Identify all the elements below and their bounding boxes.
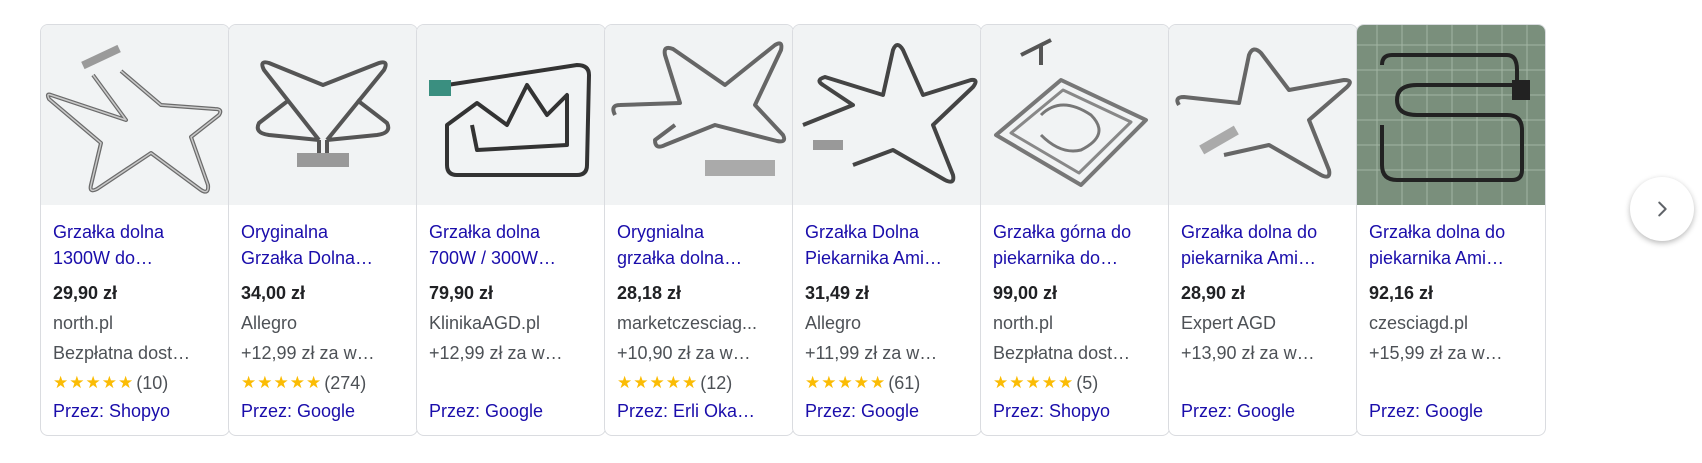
product-via-link[interactable]: Przez: Google (429, 399, 599, 423)
product-store: north.pl (993, 313, 1054, 333)
product-image (1357, 25, 1545, 205)
product-card[interactable]: Oryginalna Grzałka Dolna… 34,00 zł Allegr… (228, 24, 418, 436)
heating-element-star-icon (802, 43, 978, 184)
product-price: 31,49 zł (805, 283, 870, 303)
product-via-link[interactable]: Przez: Google (1369, 399, 1539, 423)
product-rating: ★★★★★ (5) (993, 371, 1098, 395)
product-via-link[interactable]: Przez: Google (805, 399, 975, 423)
product-shipping: +15,99 zł za w… (1369, 343, 1503, 363)
heating-element-star-icon (611, 41, 787, 176)
product-rating: ★★★★★ (10) (53, 371, 168, 395)
product-title[interactable]: Grzałka dolna do piekarnika Ami… (1369, 219, 1539, 271)
product-image (41, 25, 229, 205)
product-title[interactable]: Grzałka dolna 700W / 300W… (429, 219, 599, 271)
rating-stars-icon: ★★★★★ (617, 373, 699, 392)
product-card[interactable]: Orygnialna grzałka dolna… 28,18 zł market… (604, 24, 794, 436)
product-shipping: Bezpłatna dost… (53, 343, 191, 363)
product-shipping: +13,90 zł za w… (1181, 343, 1315, 363)
product-title[interactable]: Grzałka dolna 1300W do… (53, 219, 223, 271)
product-rating: ★★★★★ (274) (241, 371, 366, 395)
rating-count: (274) (324, 373, 367, 393)
product-card[interactable]: Grzałka dolna do piekarnika Ami… 28,90 zł… (1168, 24, 1358, 436)
product-store: Expert AGD (1181, 313, 1277, 333)
product-via-link[interactable]: Przez: Google (1181, 399, 1351, 423)
product-card[interactable]: Grzałka dolna 700W / 300W… 79,90 zł Klini… (416, 24, 606, 436)
rating-count: (10) (136, 373, 169, 393)
product-store: KlinikaAGD.pl (429, 313, 541, 333)
product-card[interactable]: Grzałka Dolna Piekarnika Ami… 31,49 zł Al… (792, 24, 982, 436)
product-card[interactable]: Grzałka dolna do piekarnika Ami… 92,16 zł… (1356, 24, 1546, 436)
product-store: marketczesciag... (617, 313, 758, 333)
rating-stars-icon: ★★★★★ (805, 373, 887, 392)
heating-element-double-loop-icon (994, 38, 1148, 187)
product-price: 92,16 zł (1369, 283, 1434, 303)
product-shipping: +10,90 zł za w… (617, 343, 751, 363)
rating-stars-icon: ★★★★★ (993, 373, 1075, 392)
product-price: 79,90 zł (429, 283, 494, 303)
product-via-link[interactable]: Przez: Erli Oka… (617, 399, 787, 423)
product-title[interactable]: Grzałka górna do piekarnika do… (993, 219, 1163, 271)
product-carousel: Grzałka dolna 1300W do… 29,90 zł north.pl… (40, 24, 1660, 436)
product-price: 34,00 zł (241, 283, 306, 303)
product-card[interactable]: Grzałka górna do piekarnika do… 99,00 zł … (980, 24, 1170, 436)
product-image (1169, 25, 1357, 205)
product-store: Allegro (241, 313, 298, 333)
product-rating: ★★★★★ (12) (617, 371, 732, 395)
product-title[interactable]: Grzałka Dolna Piekarnika Ami… (805, 219, 975, 271)
product-price: 28,90 zł (1181, 283, 1246, 303)
product-card[interactable]: Grzałka dolna 1300W do… 29,90 zł north.pl… (40, 24, 230, 436)
rating-count: (61) (888, 373, 921, 393)
heating-element-on-grid-icon (1357, 25, 1545, 205)
product-shipping: +11,99 zł za w… (805, 343, 938, 363)
product-price: 28,18 zł (617, 283, 682, 303)
product-image (981, 25, 1169, 205)
product-rating: ★★★★★ (61) (805, 371, 920, 395)
product-price: 29,90 zł (53, 283, 118, 303)
product-via-link[interactable]: Przez: Google (241, 399, 411, 423)
product-store: north.pl (53, 313, 114, 333)
product-store: Allegro (805, 313, 862, 333)
product-shipping: +12,99 zł za w… (241, 343, 375, 363)
rating-count: (5) (1076, 373, 1099, 393)
product-price: 99,00 zł (993, 283, 1058, 303)
product-title[interactable]: Grzałka dolna do piekarnika Ami… (1181, 219, 1351, 271)
product-via-link[interactable]: Przez: Shopyo (53, 399, 223, 423)
rating-count: (12) (700, 373, 733, 393)
product-image (417, 25, 605, 205)
product-store: czesciagd.pl (1369, 313, 1469, 333)
chevron-right-icon (1658, 201, 1667, 217)
heating-element-star-icon (1175, 47, 1352, 179)
product-title[interactable]: Oryginalna Grzałka Dolna… (241, 219, 411, 271)
heating-element-square-icon (429, 63, 591, 177)
heating-element-butterfly-icon (255, 60, 391, 167)
rating-stars-icon: ★★★★★ (53, 373, 135, 392)
product-image (229, 25, 417, 205)
product-title[interactable]: Orygnialna grzałka dolna… (617, 219, 787, 271)
carousel-next-button[interactable] (1630, 177, 1694, 241)
product-via-link[interactable]: Przez: Shopyo (993, 399, 1163, 423)
product-image (793, 25, 981, 205)
heating-element-star-icon (45, 44, 223, 194)
rating-stars-icon: ★★★★★ (241, 373, 323, 392)
product-image (605, 25, 793, 205)
product-shipping: +12,99 zł za w… (429, 343, 563, 363)
product-shipping: Bezpłatna dost… (993, 343, 1131, 363)
